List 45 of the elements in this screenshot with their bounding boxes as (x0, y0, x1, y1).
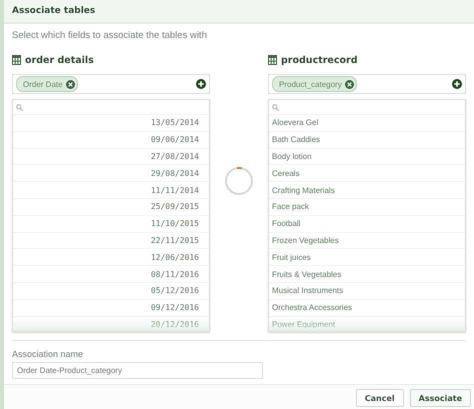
list-item[interactable]: 25/09/2015 (13, 198, 209, 215)
dialog-title: Associate tables (12, 6, 96, 16)
table-icon (12, 55, 21, 65)
remove-icon[interactable] (66, 80, 75, 88)
list-item[interactable]: 11/10/2015 (13, 214, 209, 232)
list-item[interactable]: Orchestra Accessories (269, 298, 465, 316)
association-name-field[interactable]: Order Date-Product_category (12, 362, 263, 379)
loading-spinner (224, 166, 254, 196)
list-item[interactable]: Cereals (269, 164, 465, 182)
list-item[interactable]: 09/12/2016 (13, 298, 209, 316)
list-item[interactable]: Power Equipment (269, 316, 465, 331)
list-item[interactable]: 20/12/2016 (13, 316, 209, 331)
table-name: productrecord (281, 54, 358, 66)
list-item[interactable]: Fruits & Vegetables (269, 265, 465, 282)
list-item[interactable]: Frozen Vegetables (269, 232, 465, 248)
list-item[interactable]: Face pack (269, 198, 465, 215)
table-name: order details (25, 54, 94, 66)
remove-icon[interactable] (344, 80, 354, 88)
associate-button[interactable]: Associate (410, 389, 471, 407)
list-item[interactable]: 29/08/2014 (13, 164, 209, 182)
field-selector[interactable]: Order Date (12, 74, 210, 94)
field-tag[interactable]: Order Date (16, 76, 78, 92)
field-selector[interactable]: Product_category (268, 74, 466, 94)
list-item[interactable]: Crafting Materials (269, 181, 465, 198)
list-item[interactable]: 22/11/2015 (13, 232, 209, 248)
list-item[interactable]: Body lotion (269, 148, 465, 164)
list-item[interactable]: 27/08/2014 (13, 148, 209, 164)
list-item[interactable]: 12/06/2016 (13, 248, 209, 266)
list-item[interactable]: 09/06/2014 (13, 130, 209, 148)
field-label: Association name (12, 349, 84, 361)
field-tag[interactable]: Product_category (272, 76, 357, 92)
list-item[interactable]: Football (269, 214, 465, 232)
add-icon[interactable] (452, 79, 462, 89)
table-icon (268, 55, 277, 65)
cancel-button[interactable]: Cancel (356, 389, 404, 407)
list-item[interactable]: Fruit juices (269, 248, 465, 266)
list-item[interactable]: 05/12/2016 (13, 282, 209, 299)
add-icon[interactable] (196, 79, 206, 89)
instruction-text: Select which fields to associate the tables with (11, 29, 208, 43)
list-item[interactable]: Musical Instruments (269, 282, 465, 299)
list-item[interactable]: Bath Caddies (269, 130, 465, 148)
list-item[interactable]: Aloevera Gel (269, 114, 465, 131)
list-item[interactable]: 11/11/2014 (13, 181, 209, 198)
list-item[interactable]: 13/05/2014 (13, 114, 209, 131)
list-item[interactable]: 08/11/2016 (13, 265, 209, 282)
